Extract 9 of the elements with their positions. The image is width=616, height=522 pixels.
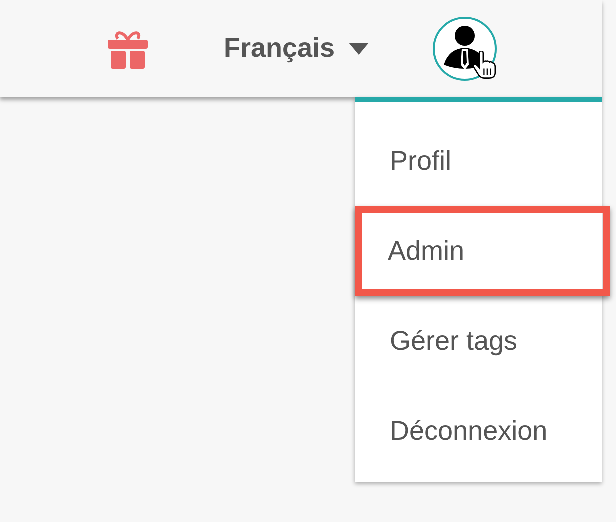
menu-item[interactable]: Déconnexion [355,386,602,476]
avatar-button[interactable] [431,14,500,82]
menu-item[interactable]: Profil [355,116,602,206]
menu-item[interactable]: Admin [355,206,610,296]
gift-icon[interactable] [108,28,148,68]
caret-icon [349,42,370,54]
hand-cursor-icon [473,50,498,80]
language-dropdown[interactable]: Français [224,33,370,64]
menu-item[interactable]: Gérer tags [355,296,602,386]
